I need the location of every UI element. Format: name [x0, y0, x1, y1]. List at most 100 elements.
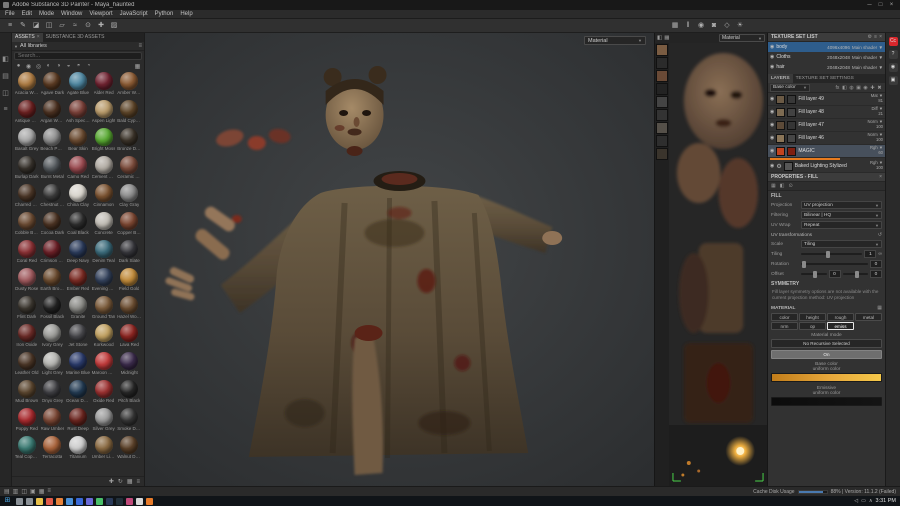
close-icon[interactable]: ×	[879, 174, 882, 180]
texture-panel-icon[interactable]: ▦	[39, 488, 45, 495]
layer-thumbnail[interactable]	[776, 133, 786, 143]
taskbar-clock[interactable]: 3:31 PM	[876, 498, 898, 504]
material-item[interactable]: Lava Red	[116, 324, 142, 352]
paint-tool-icon[interactable]: ✎	[17, 20, 29, 31]
layer-opacity[interactable]: 100	[876, 137, 883, 143]
material-item[interactable]: Aspen Light	[91, 100, 117, 128]
filter-materials-icon[interactable]: ◉	[24, 63, 33, 70]
material-item[interactable]: Titanium	[65, 436, 91, 464]
offset-x-slider[interactable]	[801, 270, 827, 278]
filter-smart-masks-icon[interactable]: ◐	[44, 63, 53, 69]
search-icon[interactable]	[16, 497, 23, 505]
material-item[interactable]: Chestnut Dark	[40, 184, 66, 212]
panels-icon[interactable]: ▣	[888, 76, 898, 85]
add-smart-material-icon[interactable]: ◍	[848, 85, 855, 91]
menu-edit[interactable]: Edit	[22, 11, 32, 17]
material-item[interactable]: Cobble Brown	[14, 212, 40, 240]
channel-height-button[interactable]: height	[799, 313, 826, 322]
material-mode-button[interactable]: No Recursive Selected	[771, 339, 882, 349]
layer-opacity[interactable]: 21	[878, 111, 883, 117]
smudge-tool-icon[interactable]: ≈	[69, 20, 81, 31]
tiling-link-icon[interactable]: ∞	[878, 251, 882, 257]
vscode-icon[interactable]	[76, 497, 83, 505]
uv-grid-icon[interactable]: ▦	[664, 35, 669, 41]
shelf-menu-icon[interactable]: ≡	[136, 479, 140, 485]
material-item[interactable]: Burnt Metal	[40, 156, 66, 184]
menu-help[interactable]: Help	[180, 11, 192, 17]
library-selector[interactable]: ▼ All libraries ≡	[12, 42, 144, 51]
material-item[interactable]: Jet Stone	[65, 324, 91, 352]
material-item[interactable]: Rust Deep	[65, 408, 91, 436]
uv-thumbnail[interactable]	[656, 83, 668, 95]
material-item[interactable]: Cocoa Dark	[40, 212, 66, 240]
texture-set-shader[interactable]: Main shader ▼	[852, 45, 883, 50]
display-settings-icon[interactable]: ▦	[669, 20, 681, 31]
material-item[interactable]: Korkwood	[91, 324, 117, 352]
close-button[interactable]: ×	[886, 0, 897, 10]
file-explorer-icon[interactable]	[36, 497, 43, 505]
material-item[interactable]: Flint Dark	[14, 296, 40, 324]
delete-layer-icon[interactable]: ✖	[876, 85, 883, 91]
layer-visibility-icon[interactable]: ◉	[770, 96, 774, 102]
steam-icon[interactable]	[116, 497, 123, 505]
rotation-slider[interactable]	[801, 260, 868, 268]
material-item[interactable]: China Clay	[65, 184, 91, 212]
uv-texture-canvas[interactable]	[669, 43, 767, 486]
material-item[interactable]: Umber Light	[91, 436, 117, 464]
help-icon[interactable]: ?	[888, 50, 898, 59]
filter-all-icon[interactable]: ●	[14, 63, 23, 69]
material-item[interactable]: Basalt Grey	[14, 128, 40, 156]
material-item[interactable]: Coal Black	[65, 212, 91, 240]
material-item[interactable]: Bronze Dark	[116, 128, 142, 156]
edge-icon[interactable]	[66, 497, 73, 505]
display-settings-panel-icon[interactable]: ◫	[2, 89, 9, 97]
notifications-icon[interactable]: ◉	[888, 63, 898, 72]
layer-row[interactable]: ◉ Fill layer 49 Mat ▼ 81	[768, 93, 885, 106]
add-effect-icon[interactable]: fx	[834, 85, 841, 91]
volume-icon[interactable]: ◁	[854, 498, 858, 504]
layer-row[interactable]: ◉ Fill layer 48 Diff ▼ 21	[768, 106, 885, 119]
layer-thumbnail[interactable]	[783, 161, 793, 171]
viewport-3d[interactable]: Material ▼	[145, 33, 655, 486]
material-item[interactable]: Denim Teal	[91, 240, 117, 268]
material-item[interactable]: Bright Moss	[91, 128, 117, 156]
material-item[interactable]: Evening Blue	[91, 268, 117, 296]
material-item[interactable]: Crimson Old	[40, 240, 66, 268]
projection-tool-icon[interactable]: ◫	[43, 20, 55, 31]
tiling-slider[interactable]	[801, 250, 863, 258]
material-item[interactable]: Leather Old	[14, 352, 40, 380]
hamburger-menu-icon[interactable]: ≡	[4, 20, 16, 31]
layer-thumbnail[interactable]	[776, 94, 786, 104]
menu-viewport[interactable]: Viewport	[89, 11, 112, 17]
material-item[interactable]: Fossil Black	[40, 296, 66, 324]
polygon-fill-tool-icon[interactable]: ▱	[56, 20, 68, 31]
material-item[interactable]: Ocean Deep	[65, 380, 91, 408]
channel-color-button[interactable]: color	[771, 313, 798, 322]
material-item[interactable]: Bear Skin	[65, 128, 91, 156]
material-item[interactable]: Midnight	[116, 352, 142, 380]
material-item[interactable]: Mud Brown	[14, 380, 40, 408]
history-panel-icon[interactable]: ▤	[2, 72, 9, 80]
filter-textures-icon[interactable]: ◔	[84, 63, 93, 69]
snapshot-icon[interactable]: ◙	[708, 20, 720, 31]
uv-thumbnail[interactable]	[656, 57, 668, 69]
menu-window[interactable]: Window	[61, 11, 82, 17]
material-toggle-button[interactable]: On	[771, 350, 882, 360]
material-item[interactable]: Argan Wood	[40, 100, 66, 128]
material-item[interactable]: Ground Tan	[91, 296, 117, 324]
material-item[interactable]: Maroon Red	[91, 352, 117, 380]
network-icon[interactable]: ▭	[861, 498, 866, 504]
uv-shading-dropdown[interactable]: Material ▼	[719, 34, 765, 42]
discord-icon[interactable]	[86, 497, 93, 505]
layer-opacity[interactable]: 100	[876, 124, 883, 130]
tab-texture-set-settings[interactable]: TEXTURE SET SETTINGS	[793, 74, 857, 83]
material-item[interactable]: Poppy Red	[14, 408, 40, 436]
scale-dropdown[interactable]: Tiling ▼	[801, 240, 882, 248]
tsl-settings-icon[interactable]: ⚙	[868, 34, 872, 40]
material-item[interactable]: Hazel Wood	[116, 296, 142, 324]
visibility-eye-icon[interactable]: ◉	[770, 64, 774, 70]
material-item[interactable]: Terracotta	[40, 436, 66, 464]
material-item[interactable]: Burlap Dark	[14, 156, 40, 184]
close-icon[interactable]: ×	[37, 34, 40, 40]
properties-panel-icon[interactable]: ◫	[21, 488, 27, 495]
